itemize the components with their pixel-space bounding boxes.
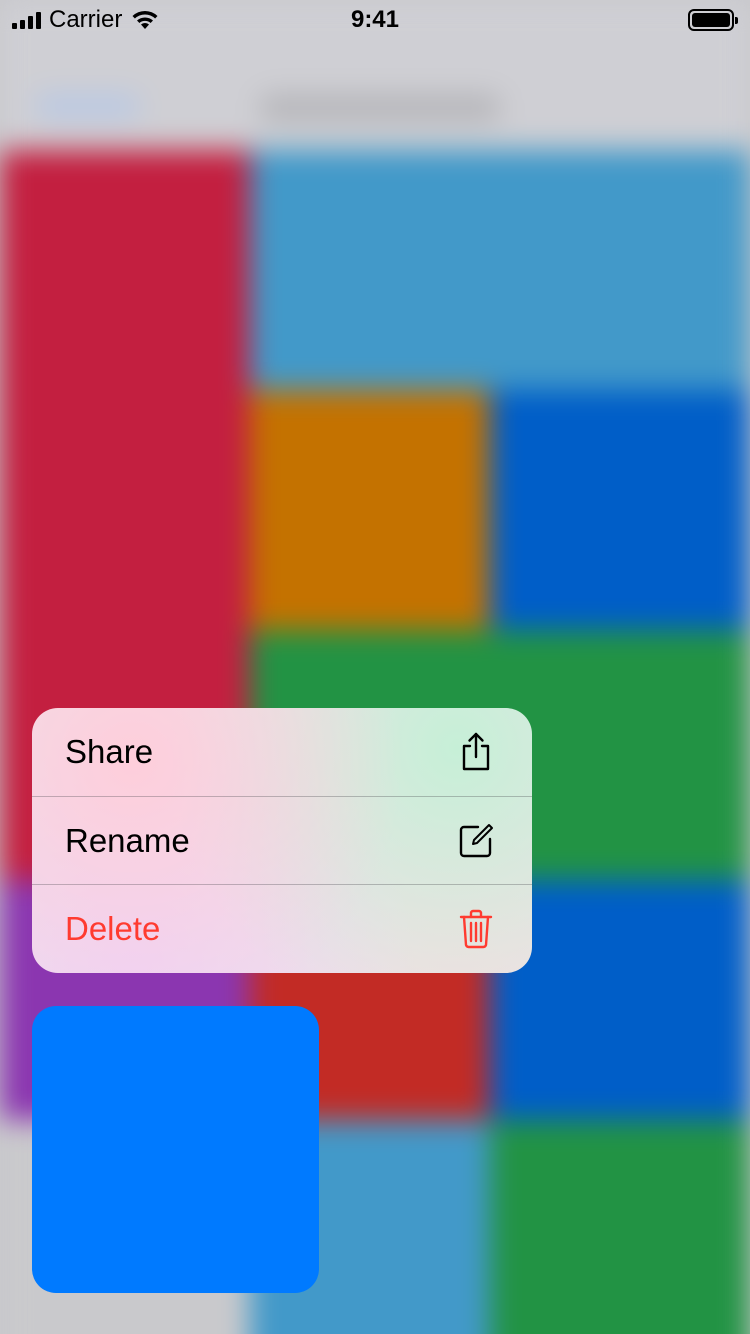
status-left: Carrier: [12, 6, 160, 34]
tile-green-2: [490, 1120, 750, 1334]
status-bar: Carrier 9:41: [0, 0, 750, 40]
battery-icon: [688, 9, 738, 31]
carrier-label: Carrier: [49, 6, 123, 33]
back-button-blurred: [35, 95, 140, 117]
context-menu: Share Rename Delete: [32, 708, 532, 973]
share-icon: [456, 732, 496, 772]
menu-item-rename[interactable]: Rename: [32, 795, 532, 885]
cellular-signal-icon: [12, 11, 41, 29]
tile-light-blue: [250, 150, 750, 390]
compose-icon: [456, 821, 496, 861]
battery-level: [692, 13, 730, 27]
screen: Carrier 9:41 Share Rename Delete: [0, 0, 750, 1334]
wifi-icon: [130, 9, 160, 31]
tile-orange: [250, 390, 490, 630]
menu-item-label: Delete: [65, 910, 161, 948]
menu-item-label: Rename: [65, 821, 190, 859]
menu-item-label: Share: [65, 732, 154, 770]
tile-blue: [490, 390, 750, 630]
nav-title-blurred: [260, 95, 500, 121]
preview-tile[interactable]: [32, 1006, 319, 1293]
menu-item-share[interactable]: Share: [32, 708, 532, 796]
menu-item-delete[interactable]: Delete: [32, 884, 532, 973]
trash-icon: [456, 909, 496, 949]
